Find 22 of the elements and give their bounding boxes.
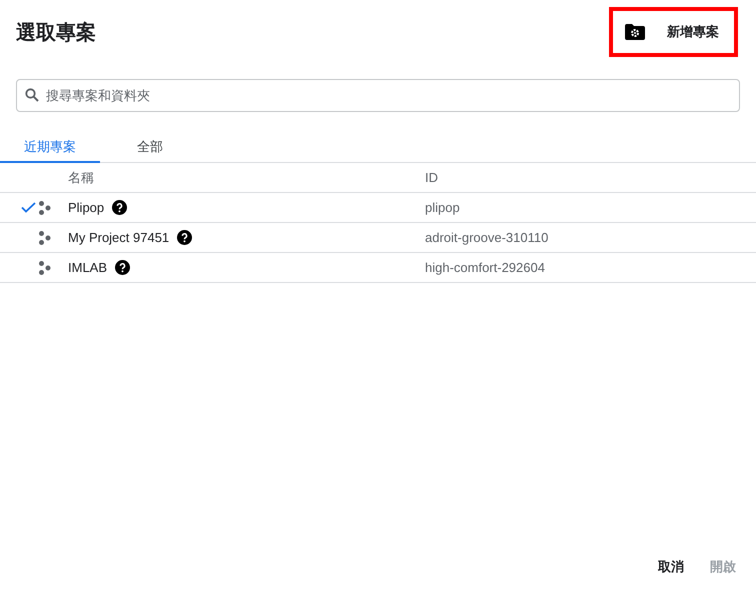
column-header: 名稱 [68,168,95,186]
project-name[interactable]: My Project 97451 [68,230,170,245]
project-id: adroit-groove-310110 [425,230,550,245]
project-id: high-comfort-292604 [425,260,546,275]
dialog-button[interactable]: 取消 [650,552,692,582]
tab[interactable]: 近期專案 [0,132,100,163]
dialog-title: 選取專案 [16,20,96,46]
help-icon[interactable] [112,200,128,215]
tab[interactable]: 全部 [100,132,200,163]
help-icon[interactable] [177,230,192,245]
project-name[interactable]: IMLAB [68,260,108,275]
project-icon [38,260,52,274]
column-header: ID [425,170,439,185]
folder-gear-icon [625,24,645,40]
project-id: plipop [425,200,461,215]
project-icon [38,230,52,244]
search-field[interactable]: 搜尋專案和資料夾 [16,79,740,112]
project-icon [38,200,52,214]
help-icon[interactable] [115,260,130,275]
new-project-button[interactable]: 新增專案 [609,7,738,57]
project-name[interactable]: Plipop [68,200,104,215]
search-icon [25,88,39,102]
